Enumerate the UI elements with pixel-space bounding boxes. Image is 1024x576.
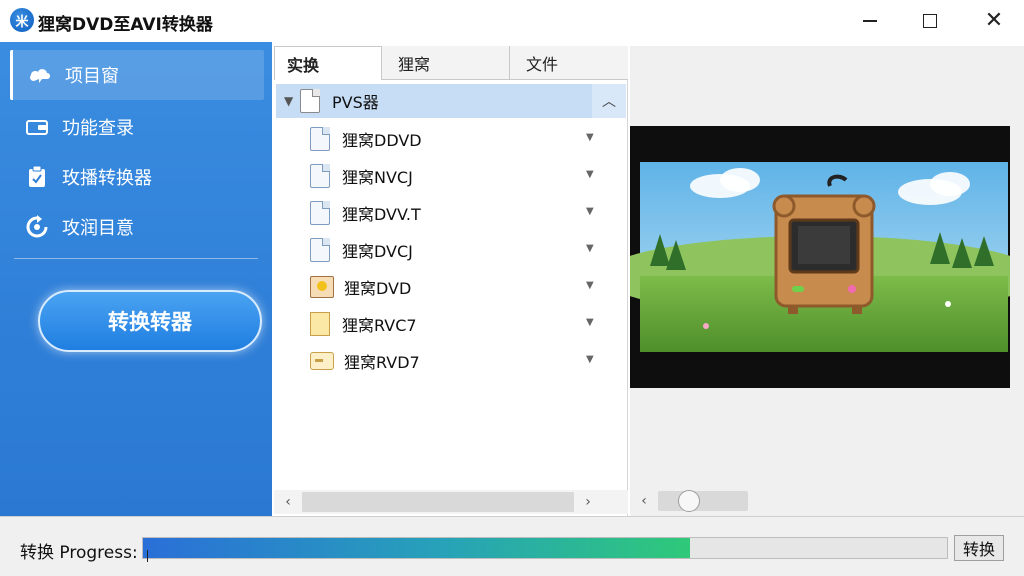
clipboard-check-icon (24, 164, 50, 190)
cloud-icon (27, 62, 53, 88)
tree-item-label: 狸窝DDVD (342, 131, 422, 150)
tab-files[interactable]: 文件 (514, 46, 628, 80)
sidebar-item-label: 玫播转换器 (62, 168, 152, 189)
wallet-icon (24, 114, 50, 140)
dropdown-arrow-icon[interactable]: ▼ (586, 206, 594, 217)
app-logo-icon: 米 (10, 8, 34, 32)
tree-item-label: 狸窝DVCJ (342, 242, 413, 261)
tab-convert[interactable]: 实换 (274, 46, 382, 80)
sidebar-item-label: 攻润目意 (62, 218, 134, 239)
preview-slider[interactable]: ‹ (630, 488, 1010, 514)
slider-track[interactable] (658, 490, 748, 512)
note-file-icon (310, 312, 330, 336)
video-preview[interactable] (630, 126, 1010, 388)
minimize-button[interactable] (838, 0, 902, 42)
tree-item[interactable]: 狸窝DVV.T ▼ (310, 196, 600, 230)
dropdown-arrow-icon[interactable]: ▼ (586, 280, 594, 291)
sidebar-item-project[interactable]: 项目窗 (10, 50, 264, 100)
maximize-icon (923, 14, 937, 28)
image-file-icon (310, 276, 334, 298)
sidebar-item-label: 功能查录 (62, 118, 134, 139)
preview-scene-image (630, 126, 1010, 388)
sidebar: 项目窗 功能查录 玫播转换器 攻润目意 转换转器 (0, 42, 272, 516)
tree-root-item[interactable]: ▼ PVS器 ︿ (276, 84, 626, 118)
convert-button[interactable]: 转换转器 (38, 290, 262, 352)
refresh-icon (24, 214, 50, 240)
progress-fill (143, 538, 690, 558)
expand-caret-icon[interactable]: ▼ (284, 94, 300, 108)
tree-item[interactable]: 狸窝DVD ▼ (310, 270, 600, 304)
tab-liwo[interactable]: 狸窝 (386, 46, 510, 80)
dropdown-arrow-icon[interactable]: ▼ (586, 317, 594, 328)
tree-item[interactable]: 狸窝DVCJ ▼ (310, 233, 600, 267)
sidebar-item-features[interactable]: 功能查录 (10, 102, 264, 152)
tree-item[interactable]: 狸窝NVCJ ▼ (310, 159, 600, 193)
title-bar: 米 狸窝DVD至AVI转换器 ✕ (0, 0, 1024, 42)
preview-pane: ‹ (630, 46, 1024, 516)
sidebar-item-directory[interactable]: 攻润目意 (10, 202, 264, 252)
tree-item[interactable]: 狸窝RVC7 ▼ (310, 307, 600, 341)
minimize-icon (863, 20, 877, 22)
progress-label: 转换 Progress: (20, 543, 138, 563)
tree-item-label: 狸窝DVV.T (342, 205, 421, 224)
scroll-left-icon[interactable]: ‹ (274, 494, 302, 510)
tree-item-label: 狸窝NVCJ (342, 168, 413, 187)
convert-small-button[interactable]: 转换 (954, 535, 1004, 561)
tree-item[interactable]: 狸窝RVD7 ▼ (310, 344, 600, 378)
close-icon: ✕ (984, 8, 1004, 33)
status-bar: 转换 Progress: 转换 (0, 516, 1024, 576)
tree-item[interactable]: 狸窝DDVD ▼ (310, 122, 600, 156)
scroll-left-icon[interactable]: ‹ (630, 493, 658, 509)
window-title: 狸窝DVD至AVI转换器 (38, 15, 213, 35)
document-icon (310, 201, 330, 225)
tree-item-label: 狸窝RVC7 (342, 316, 417, 335)
document-icon (310, 164, 330, 188)
tree-item-label: 狸窝DVD (344, 279, 412, 298)
tab-bar: 实换 狸窝 文件 (274, 46, 628, 80)
document-icon (310, 127, 330, 151)
sidebar-divider (14, 258, 258, 259)
scroll-right-icon[interactable]: › (574, 494, 602, 510)
dropdown-arrow-icon[interactable]: ▼ (586, 169, 594, 180)
tree-item-label: 狸窝RVD7 (344, 353, 420, 372)
file-pane: 实换 狸窝 文件 ▼ PVS器 ︿ 狸窝DDVD ▼ 狸窝NVCJ ▼ 狸窝DV… (274, 46, 628, 516)
document-icon (310, 238, 330, 262)
dropdown-arrow-icon[interactable]: ▼ (586, 132, 594, 143)
document-icon (300, 89, 320, 113)
progress-bar (142, 537, 948, 562)
close-button[interactable]: ✕ (962, 0, 1024, 42)
slider-knob[interactable] (678, 490, 701, 512)
horizontal-scrollbar[interactable]: ‹ › (274, 490, 628, 514)
sidebar-item-label: 项目窗 (65, 66, 119, 87)
tag-file-icon (310, 352, 334, 370)
dropdown-arrow-icon[interactable]: ▼ (586, 243, 594, 254)
maximize-button[interactable] (898, 0, 962, 42)
collapse-chevron-up-icon[interactable]: ︿ (592, 84, 626, 118)
dropdown-arrow-icon[interactable]: ▼ (586, 354, 594, 365)
sidebar-item-converter[interactable]: 玫播转换器 (10, 152, 264, 202)
text-cursor (147, 550, 148, 562)
scrollbar-thumb[interactable] (302, 492, 574, 512)
tree-root-label: PVS器 (332, 93, 379, 112)
